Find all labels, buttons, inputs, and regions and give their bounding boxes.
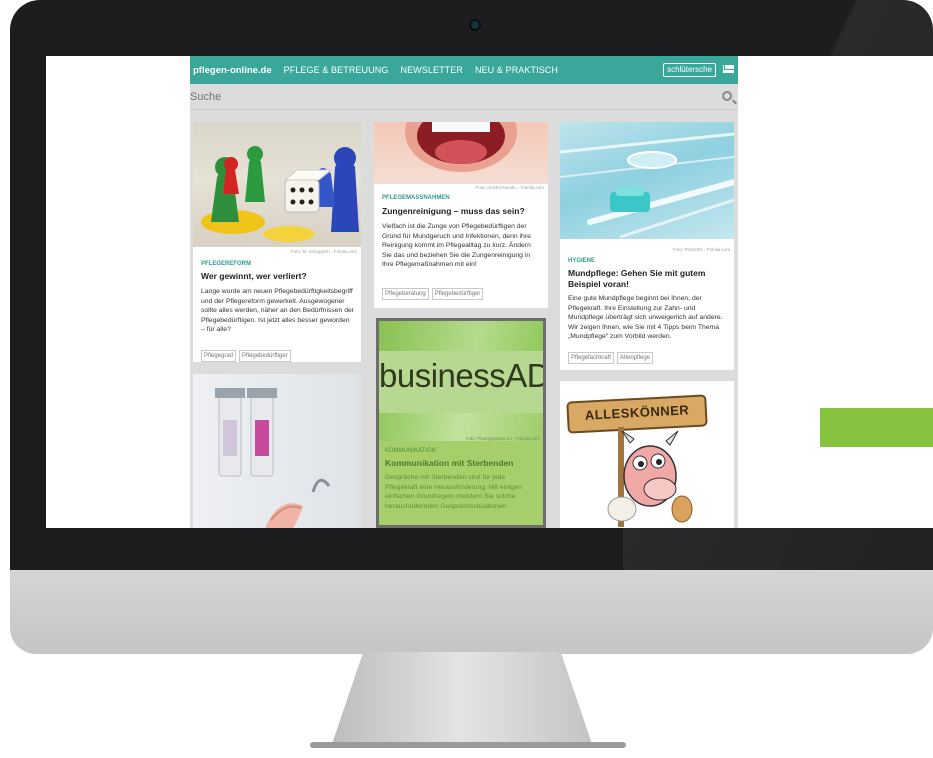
article-teaser: Gespräche mit Sterbenden sind für jede P… — [385, 474, 522, 510]
search-bar — [190, 84, 738, 112]
image-credit: Foto: Photographee.eu - Fotolia.com — [465, 436, 539, 441]
article-category[interactable]: HYGIENE — [568, 258, 595, 264]
hand-disinfection-image — [193, 374, 361, 528]
article-card-pflegereform[interactable]: Foto: M. Schuppich - Fotolia.com PFLEGER… — [193, 122, 361, 362]
mail-icon[interactable] — [723, 65, 734, 73]
article-teaser: Eine gute Mundpflege beginnt bei Ihnen, … — [568, 295, 723, 341]
tag-pflegefachkraft[interactable]: Pflegefachkraft — [568, 352, 615, 364]
publisher-logo[interactable]: schlütersche — [663, 63, 716, 77]
nav-pflege-betreuung[interactable]: PFLEGE & BETREUUNG — [284, 65, 389, 75]
search-underline — [190, 109, 738, 110]
nav-neu-praktisch[interactable]: NEU & PRAKTISCH — [475, 65, 558, 75]
open-mouth-illustration — [405, 122, 517, 172]
tag-list: Pflegegrad Pflegebedürftiger — [201, 350, 291, 362]
search-input[interactable] — [190, 91, 710, 103]
website: pflegen-online.de PFLEGE & BETREUUNG NEW… — [190, 56, 738, 528]
article-card-mundpflege[interactable]: Foto: PhotoSG - Fotolia.com HYGIENE Mund… — [560, 122, 734, 370]
mouth-image — [374, 122, 548, 184]
tag-pflegebeduerftiger[interactable]: Pflegebedürftiger — [239, 350, 291, 362]
article-title[interactable]: Zungenreinigung – muss das sein? — [382, 206, 542, 217]
image-credit: Foto: ALDECAstudio - Fotolia.com — [475, 185, 544, 190]
green-accent-tab — [820, 408, 933, 447]
tag-altenpflege[interactable]: Altenpflege — [617, 352, 654, 364]
article-category[interactable]: PFLEGEMASSNAHMEN — [382, 195, 450, 201]
search-icon[interactable] — [722, 91, 732, 101]
ad-card-kommunikation[interactable]: businessAD Foto: Photographee.eu - Fotol… — [376, 318, 546, 528]
article-title[interactable]: Kommunikation mit Sterbenden — [385, 458, 537, 469]
site-logo[interactable]: pflegen-online.de — [193, 65, 272, 76]
article-title[interactable]: Wer gewinnt, wer verliert? — [201, 271, 355, 282]
monitor-chin — [10, 570, 933, 654]
tag-pflegegrad[interactable]: Pflegegrad — [201, 350, 237, 362]
monitor-stand-base — [310, 742, 626, 748]
tag-pflegebeduerftiger[interactable]: Pflegebedürftiger — [431, 288, 484, 300]
image-credit: Foto: PhotoSG - Fotolia.com — [672, 247, 730, 252]
top-navigation: pflegen-online.de PFLEGE & BETREUUNG NEW… — [190, 56, 738, 84]
article-card-alleskoenner[interactable]: ALLESKÖNNER — [560, 381, 734, 528]
ad-leaf-pattern-top — [379, 321, 543, 351]
article-category[interactable]: KOMMUNIKATION — [385, 448, 436, 454]
ad-headline[interactable]: businessAD — [379, 357, 543, 395]
cow-cartoon-illustration — [566, 394, 708, 527]
image-credit: Foto: M. Schuppich - Fotolia.com — [290, 249, 357, 254]
article-teaser: Vielfach ist die Zunge von Pflegebedürft… — [382, 223, 531, 269]
dispenser-illustration — [215, 388, 331, 528]
monitor-stand — [332, 652, 592, 744]
screen: pflegen-online.de PFLEGE & BETREUUNG NEW… — [46, 56, 933, 528]
article-category[interactable]: PFLEGEREFORM — [201, 261, 251, 267]
article-card-hygiene-image[interactable] — [193, 374, 361, 528]
tag-list: Pflegeberatung Pflegebedürftiger — [382, 288, 484, 300]
tag-pflegeberatung[interactable]: Pflegeberatung — [382, 288, 429, 300]
camera-icon — [471, 21, 479, 29]
board-game-image — [193, 122, 361, 247]
ad-banner: businessAD — [379, 321, 543, 441]
cow-cartoon-image: ALLESKÖNNER — [560, 381, 734, 527]
dental-tools-image — [560, 122, 734, 245]
tag-list: Pflegefachkraft Altenpflege — [568, 352, 654, 364]
nav-newsletter[interactable]: NEWSLETTER — [400, 65, 463, 75]
article-card-zungenreinigung[interactable]: Foto: ALDECAstudio - Fotolia.com PFLEGEM… — [374, 122, 548, 308]
board-game-illustration — [201, 146, 359, 242]
article-title[interactable]: Mundpflege: Gehen Sie mit gutem Beispiel… — [568, 268, 728, 290]
dental-illustration — [560, 132, 734, 245]
article-teaser: Lange wurde am neuen Pflegebedürftigkeit… — [201, 288, 355, 334]
